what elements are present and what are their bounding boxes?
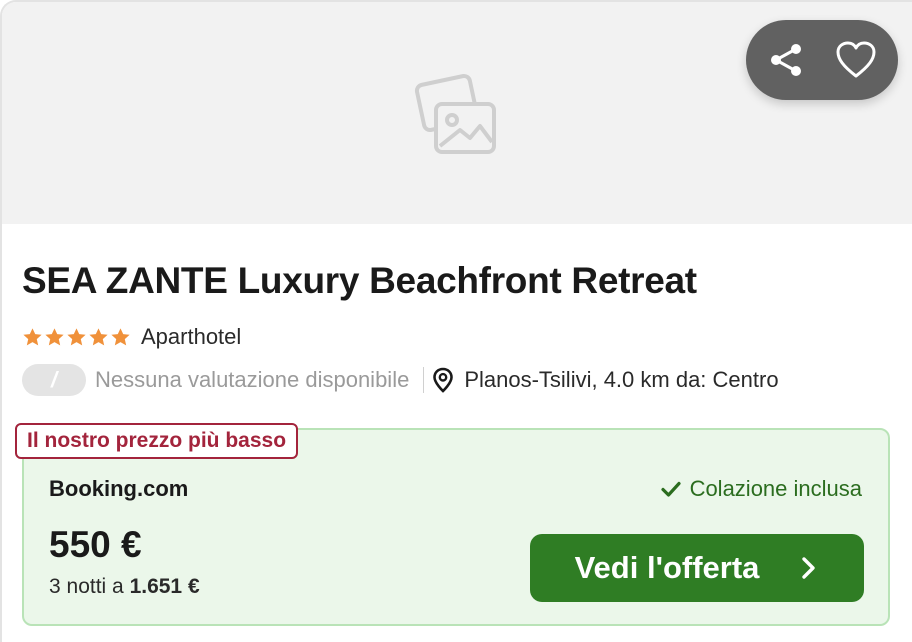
hotel-image-area[interactable] (2, 2, 912, 224)
star-rating (22, 327, 131, 348)
star-icon (23, 327, 42, 345)
share-icon (771, 44, 801, 76)
star-icon (111, 327, 130, 345)
star-icon (67, 327, 86, 345)
image-placeholder-icon (414, 74, 496, 154)
chevron-right-icon (802, 557, 816, 579)
hotel-type: Aparthotel (141, 324, 242, 349)
nights-label: 3 notti a (49, 575, 130, 598)
hotel-info-row: / Nessuna valutazione disponibile Planos… (22, 363, 779, 397)
check-icon (660, 481, 681, 497)
favorite-button[interactable] (834, 38, 878, 82)
view-offer-button[interactable]: Vedi l'offerta (530, 534, 864, 602)
divider (423, 367, 425, 393)
lowest-price-badge: Il nostro prezzo più basso (15, 423, 299, 459)
hotel-card[interactable]: SEA ZANTE Luxury Beachfront Retreat Apar… (0, 0, 912, 642)
amenity: Colazione inclusa (660, 476, 862, 502)
total-price-line: 3 notti a 1.651 € (49, 575, 200, 599)
hotel-category-row: Aparthotel (22, 323, 241, 351)
heart-icon (836, 41, 876, 78)
share-button[interactable] (764, 38, 808, 82)
view-offer-label: Vedi l'offerta (574, 550, 760, 585)
provider-name: Booking.com (49, 476, 189, 501)
amenity-label: Colazione inclusa (689, 476, 862, 501)
total-price: 1.651 € (129, 575, 200, 598)
rating-text: Nessuna valutazione disponibile (95, 367, 410, 392)
actions-pill (746, 20, 898, 100)
star-icon (45, 327, 64, 345)
hotel-name[interactable]: SEA ZANTE Luxury Beachfront Retreat (22, 260, 697, 302)
price-per-night: 550 € (49, 524, 142, 565)
location-text[interactable]: Planos-Tsilivi, 4.0 km da: Centro (464, 367, 778, 393)
star-icon (89, 327, 108, 345)
rating-badge: / (22, 364, 86, 396)
location-pin-icon (433, 367, 454, 393)
